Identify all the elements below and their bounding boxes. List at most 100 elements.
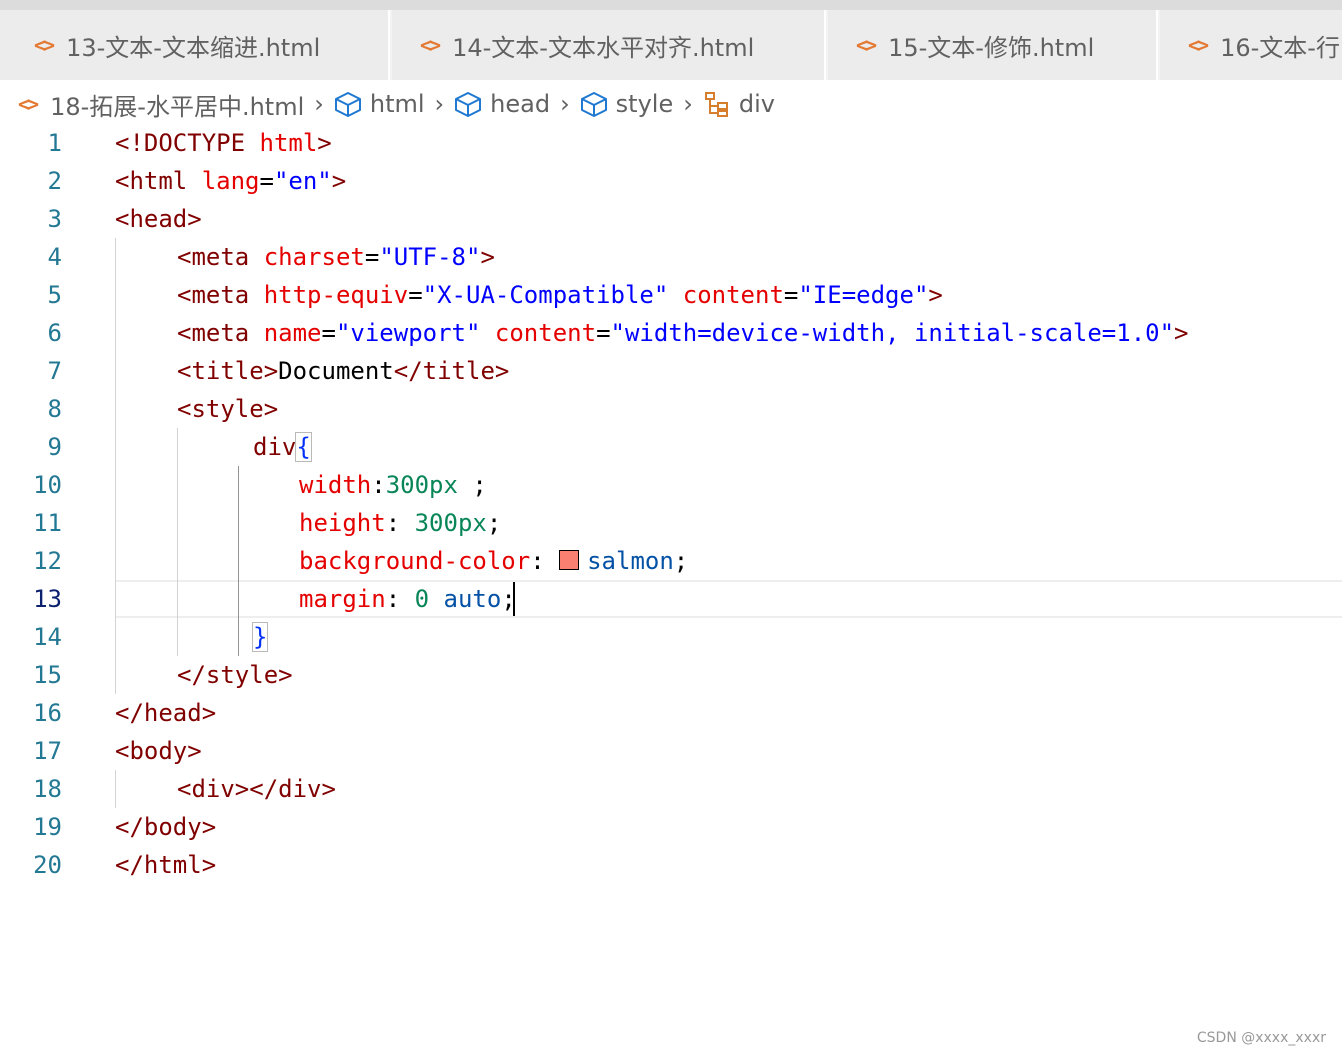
color-swatch[interactable] <box>559 550 580 570</box>
code-line-16: </head> <box>115 694 216 732</box>
tab-13-text-indent[interactable]: <> 13-文本-文本缩进.html <box>0 10 390 80</box>
text-cursor <box>513 582 515 616</box>
css-selector-icon <box>703 90 731 118</box>
tab-label: 15-文本-修饰.html <box>888 33 1095 62</box>
tag-token: > <box>928 281 943 309</box>
code-line-17: <body> <box>115 732 202 770</box>
line-number: 7 <box>47 357 62 385</box>
attr-token: content <box>494 319 597 347</box>
title-bar-strip <box>0 0 1342 10</box>
tag-token: </head> <box>115 699 217 727</box>
code-line-12: background-color: salmon; <box>299 542 688 580</box>
code-line-6: <meta name="viewport" content="width=dev… <box>177 314 1189 352</box>
line-number: 18 <box>33 775 62 803</box>
code-line-8: <style> <box>177 390 278 428</box>
indent-guide-active <box>238 466 239 656</box>
line-number: 9 <box>47 433 62 461</box>
line-number: 1 <box>47 129 62 157</box>
code-line-9: div{ <box>253 428 312 466</box>
tag-token: > <box>480 243 495 271</box>
tab-label: 16-文本-行 <box>1220 33 1340 62</box>
tag-token: > <box>317 129 332 157</box>
punc-token: = <box>783 281 799 309</box>
line-number: 4 <box>47 243 62 271</box>
line-number: 20 <box>33 851 62 879</box>
punc-token: ; <box>673 547 689 575</box>
brace-match-token: { <box>295 432 312 462</box>
tag-token: <style> <box>177 395 279 423</box>
punc-token: ; <box>486 509 502 537</box>
string-token: "IE=edge" <box>798 281 929 309</box>
tag-token: </title> <box>393 357 510 385</box>
indent-guide <box>115 770 116 808</box>
editor-tab-strip: <> 13-文本-文本缩进.html <> 14-文本-文本水平对齐.html … <box>0 0 1342 80</box>
html-file-icon: <> <box>34 33 55 57</box>
code-line-7: <title>Document</title> <box>177 352 509 390</box>
chevron-right-icon: › <box>683 90 693 118</box>
code-line-18: <div></div> <box>177 770 336 808</box>
code-line-15: </style> <box>177 656 293 694</box>
html-file-icon: <> <box>420 33 441 57</box>
tag-token: > <box>1174 319 1189 347</box>
number-token: 0 <box>414 585 430 613</box>
code-line-19: </body> <box>115 808 216 846</box>
html-file-icon: <> <box>18 92 39 116</box>
line-number: 16 <box>33 699 62 727</box>
breadcrumb-item-style[interactable]: style <box>580 90 673 118</box>
code-line-10: width:300px ; <box>299 466 487 504</box>
value-token: salmon <box>587 547 674 575</box>
breadcrumb-item-label: div <box>738 90 775 118</box>
punc-token: = <box>259 167 274 195</box>
tag-token: <head> <box>115 205 202 233</box>
tab-16-text-line[interactable]: <> 16-文本-行 <box>1160 10 1342 80</box>
tab-14-text-align[interactable]: <> 14-文本-文本水平对齐.html <box>392 10 826 80</box>
punc-token: = <box>408 281 423 309</box>
value-token: auto <box>443 585 502 613</box>
tag-token: <html <box>115 167 202 195</box>
cube-icon <box>580 91 608 117</box>
code-editor[interactable]: 1 2 3 4 5 6 7 8 9 10 11 12 13 14 15 16 1… <box>0 124 1342 904</box>
line-number: 3 <box>47 205 62 233</box>
line-number: 19 <box>33 813 62 841</box>
line-number: 12 <box>33 547 62 575</box>
code-line-20: </html> <box>115 846 216 884</box>
breadcrumb-item-html[interactable]: html <box>334 90 425 118</box>
code-line-5: <meta http-equiv="X-UA-Compatible" conte… <box>177 276 943 314</box>
punc-token: = <box>364 243 380 271</box>
tag-token: <body> <box>115 737 202 765</box>
tag-token: <meta <box>177 243 264 271</box>
punc-token: = <box>596 319 611 347</box>
indent-guide <box>177 428 178 656</box>
cube-icon <box>334 91 362 117</box>
tag-token: </body> <box>115 813 217 841</box>
line-number: 10 <box>33 471 62 499</box>
code-line-4: <meta charset="UTF-8"> <box>177 238 495 276</box>
code-line-13: margin: 0 auto; <box>299 580 516 618</box>
property-token: width <box>299 471 372 499</box>
line-number-active: 13 <box>33 585 62 613</box>
tag-token: > <box>331 167 347 195</box>
breadcrumb-item-div[interactable]: div <box>703 90 775 118</box>
tag-token: <!DOCTYPE <box>115 129 260 157</box>
punc-token: : <box>385 585 415 613</box>
number-token: 300px <box>414 509 487 537</box>
breadcrumb-file[interactable]: <> 18-拓展-水平居中.html <box>18 87 304 122</box>
attr-token: name <box>263 319 322 347</box>
breadcrumb-item-label: head <box>490 90 551 118</box>
watermark: CSDN @xxxx_xxxr <box>1196 1030 1326 1046</box>
tab-15-text-decoration[interactable]: <> 15-文本-修饰.html <box>828 10 1158 80</box>
property-token: background-color <box>299 547 531 575</box>
punc-token: ; <box>457 471 487 499</box>
line-number: 17 <box>33 737 62 765</box>
property-token: height <box>299 509 386 537</box>
html-file-icon: <> <box>1188 33 1209 57</box>
attr-token: lang <box>201 167 260 195</box>
breadcrumb-item-head[interactable]: head <box>454 90 550 118</box>
punc-token: : <box>530 547 560 575</box>
code-line-2: <html lang="en"> <box>115 162 346 200</box>
tag-token: <div></div> <box>177 775 336 803</box>
punc-token: : <box>385 509 415 537</box>
tag-token: <meta <box>177 281 264 309</box>
